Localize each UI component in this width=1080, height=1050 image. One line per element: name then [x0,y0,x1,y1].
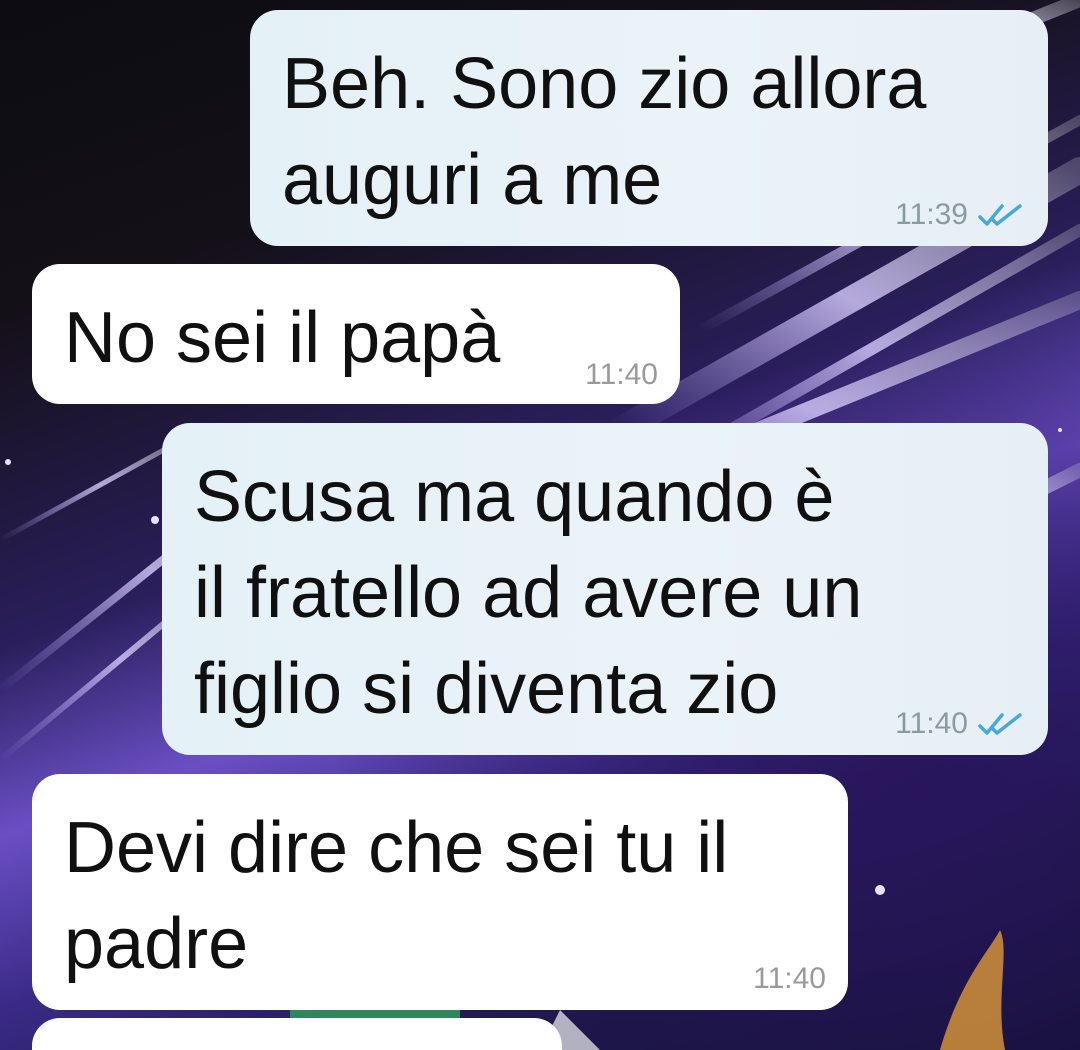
chat-background: Beh. Sono zio allora auguri a me 11:39 N… [0,0,1080,1050]
message-time: 11:39 [895,198,968,231]
message-text: Scusa ma quando è il fratello ad avere u… [194,457,863,729]
message-meta: 11:39 [895,198,1022,232]
message-bubble-outgoing[interactable]: Beh. Sono zio allora auguri a me 11:39 [250,10,1048,246]
message-text: No sei il papà [64,298,501,378]
message-text: Devi dire che sei tu il padre [64,808,729,984]
double-check-read-icon [978,203,1022,227]
message-time: 11:40 [753,962,826,995]
message-meta: 11:40 [585,358,658,392]
double-check-read-icon [978,712,1022,736]
message-time: 11:40 [895,707,968,740]
message-meta: 11:40 [895,707,1022,741]
message-bubble-outgoing[interactable]: Scusa ma quando è il fratello ad avere u… [162,423,1048,755]
message-meta: 11:40 [753,962,826,996]
message-bubble-incoming[interactable]: Devi dire che sei tu il padre 11:40 [32,774,848,1010]
message-bubble-incoming[interactable]: No sei il papà 11:40 [32,264,680,404]
message-time: 11:40 [585,358,658,391]
message-bubble-incoming-partial[interactable] [32,1018,562,1050]
